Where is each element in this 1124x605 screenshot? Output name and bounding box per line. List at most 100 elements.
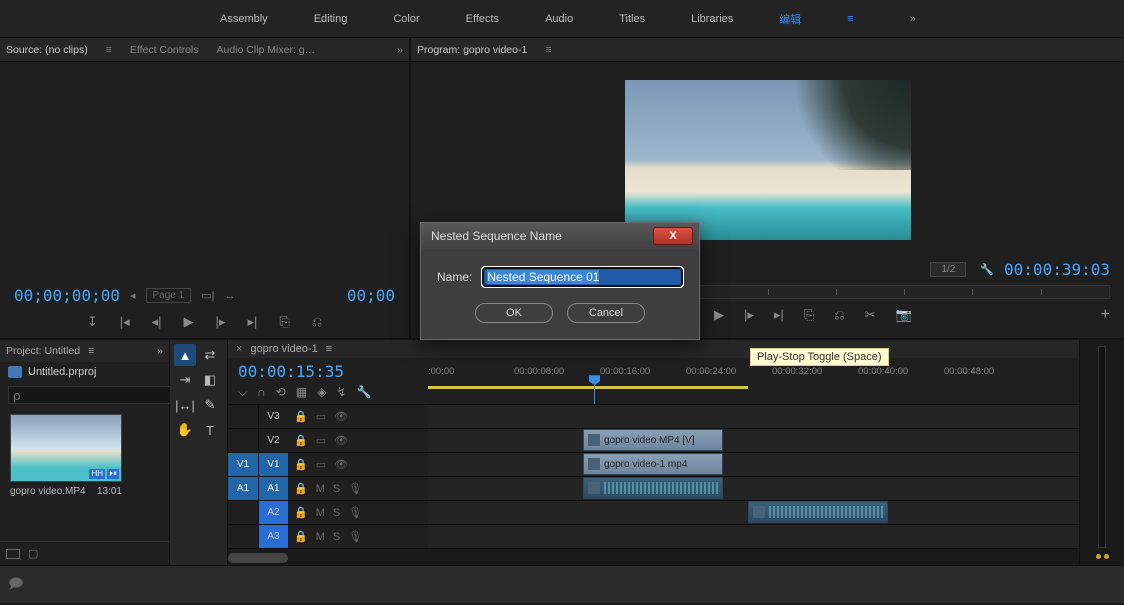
workspace-menu-icon[interactable]: ≡: [847, 13, 853, 25]
settings-icon[interactable]: 🔧: [980, 263, 994, 276]
ripple-tool-icon[interactable]: ⇥: [174, 369, 196, 391]
clip-v2[interactable]: gopro video.MP4 [V]: [583, 429, 723, 451]
selection-tool-icon[interactable]: ▲: [174, 344, 196, 366]
eye-icon[interactable]: 👁: [334, 434, 348, 447]
tab-program[interactable]: Program: gopro video-1: [417, 44, 527, 56]
list-view-icon[interactable]: [6, 549, 20, 559]
dialog-close-button[interactable]: X: [653, 227, 693, 245]
program-zoom-select[interactable]: 1/2: [930, 262, 966, 277]
audio-meter[interactable]: [1098, 346, 1106, 548]
track-header-a3[interactable]: A3 🔒 MS 🎙: [228, 524, 428, 548]
bin-item[interactable]: HH ⏵⏸ gopro video.MP4 13:01: [10, 414, 122, 501]
wrench-icon[interactable]: 🔧: [356, 385, 371, 400]
mark-in-icon[interactable]: ↧: [87, 314, 98, 330]
box-icon[interactable]: ▭: [316, 458, 326, 471]
tab-effect-controls[interactable]: Effect Controls: [130, 44, 199, 56]
timeline-tab[interactable]: gopro video-1: [250, 343, 317, 355]
lock-icon[interactable]: 🔒: [294, 530, 308, 543]
lock-icon[interactable]: 🔒: [294, 458, 308, 471]
prog-add-button-icon[interactable]: +: [1101, 306, 1110, 324]
play-icon[interactable]: ▶: [184, 314, 194, 330]
eye-icon[interactable]: 👁: [334, 458, 348, 471]
box-icon[interactable]: ▭: [316, 410, 326, 423]
clip-a2[interactable]: [748, 501, 888, 523]
workspace-titles[interactable]: Titles: [619, 13, 645, 25]
source-monitor[interactable]: [0, 62, 409, 278]
workspace-overflow-icon[interactable]: »: [910, 13, 916, 25]
tab-program-menu-icon[interactable]: ≡: [545, 44, 551, 56]
track-header-a1[interactable]: A1 A1 🔒MS🎙: [228, 476, 428, 500]
prog-lift-icon[interactable]: ⎘: [804, 307, 814, 323]
prog-step-fwd-icon[interactable]: |▸: [744, 307, 754, 323]
project-overflow-icon[interactable]: »: [157, 345, 163, 357]
settings-tl-icon[interactable]: ▦: [296, 385, 307, 400]
dialog-titlebar[interactable]: Nested Sequence Name X: [421, 223, 699, 249]
prog-cut-icon[interactable]: ✂: [865, 307, 876, 323]
prog-go-out-icon[interactable]: ▸|: [774, 307, 784, 323]
prog-play-icon[interactable]: ▶: [714, 307, 724, 323]
tab-source[interactable]: Source: (no clips): [6, 44, 88, 56]
marker-icon[interactable]: ⟲: [276, 385, 286, 400]
rec-icon[interactable]: 🎙: [348, 530, 362, 543]
mute-icon[interactable]: M: [316, 507, 325, 519]
type-tool-icon[interactable]: T: [199, 419, 221, 441]
eye-icon[interactable]: 👁: [334, 410, 348, 423]
step-back-icon[interactable]: ◂|: [152, 314, 162, 330]
mute-icon[interactable]: M: [316, 531, 325, 543]
src-patch-v2[interactable]: [228, 429, 258, 452]
go-out-icon[interactable]: ▸|: [247, 314, 257, 330]
track-content[interactable]: gopro video.MP4 [V] gopro video-1.mp4: [428, 404, 1079, 548]
src-patch-a3[interactable]: [228, 525, 258, 548]
workspace-libraries[interactable]: Libraries: [691, 13, 733, 25]
overwrite-icon[interactable]: ⎌: [312, 314, 322, 330]
src-patch-v1[interactable]: V1: [228, 453, 258, 476]
solo-icon[interactable]: S: [333, 483, 340, 495]
src-patch-v3[interactable]: [228, 405, 258, 428]
project-menu-icon[interactable]: ≡: [88, 345, 94, 357]
src-patch-a2[interactable]: [228, 501, 258, 524]
solo-icon[interactable]: S: [333, 507, 340, 519]
scrollbar-thumb[interactable]: [228, 553, 288, 563]
src-patch-a1[interactable]: A1: [228, 477, 258, 500]
tgt-patch-v3[interactable]: V3: [258, 405, 288, 428]
lock-icon[interactable]: 🔒: [294, 434, 308, 447]
solo-icon[interactable]: S: [333, 531, 340, 543]
link-icon[interactable]: ∩: [257, 385, 266, 400]
source-page-select[interactable]: Page 1: [146, 288, 192, 303]
dialog-name-input[interactable]: [482, 267, 683, 287]
track-header-a2[interactable]: A2 🔒MS🎙: [228, 500, 428, 524]
source-fit-icon[interactable]: ▭|: [201, 289, 214, 302]
caption-icon[interactable]: ↯: [336, 385, 346, 400]
timeline-timecode[interactable]: 00:00:15:35: [238, 362, 418, 381]
track-header-v1[interactable]: V1 V1 🔒 ▭ 👁: [228, 452, 428, 476]
timeline-menu-icon[interactable]: ≡: [326, 343, 332, 355]
status-icon[interactable]: 🗩: [8, 573, 24, 597]
dialog-cancel-button[interactable]: Cancel: [567, 303, 645, 323]
source-expand-icon[interactable]: ↔: [224, 290, 235, 302]
track-header-v3[interactable]: V3 🔒 ▭ 👁: [228, 404, 428, 428]
tab-audio-mixer[interactable]: Audio Clip Mixer: g…: [217, 44, 316, 56]
lock-icon[interactable]: 🔒: [294, 506, 308, 519]
workspace-custom[interactable]: 编辑: [779, 11, 801, 27]
step-fwd-icon[interactable]: |▸: [216, 314, 226, 330]
tgt-patch-a3[interactable]: A3: [258, 525, 288, 548]
source-prev-page-icon[interactable]: ◂: [130, 289, 136, 302]
source-tabs-overflow-icon[interactable]: »: [397, 44, 403, 56]
pen-tool-icon[interactable]: ✎: [199, 394, 221, 416]
prog-extract-icon[interactable]: ⎌: [834, 307, 844, 323]
snap-icon[interactable]: ⌵: [238, 385, 247, 400]
tgt-patch-v1[interactable]: V1: [258, 453, 288, 476]
nest-icon[interactable]: ◈: [317, 385, 326, 400]
workspace-effects[interactable]: Effects: [466, 13, 499, 25]
timeline-tab-close-icon[interactable]: ×: [236, 343, 242, 355]
track-select-tool-icon[interactable]: ⇄: [199, 344, 221, 366]
go-in-icon[interactable]: |◂: [120, 314, 130, 330]
source-timecode-left[interactable]: 00;00;00;00: [14, 286, 120, 305]
prog-snapshot-icon[interactable]: 📷: [896, 307, 912, 323]
rec-icon[interactable]: 🎙: [348, 506, 362, 519]
lock-icon[interactable]: 🔒: [294, 410, 308, 423]
timeline-scrollbar[interactable]: [228, 548, 1079, 565]
insert-icon[interactable]: ⎘: [279, 314, 289, 330]
tgt-patch-a1[interactable]: A1: [258, 477, 288, 500]
hand-tool-icon[interactable]: ✋: [174, 419, 196, 441]
